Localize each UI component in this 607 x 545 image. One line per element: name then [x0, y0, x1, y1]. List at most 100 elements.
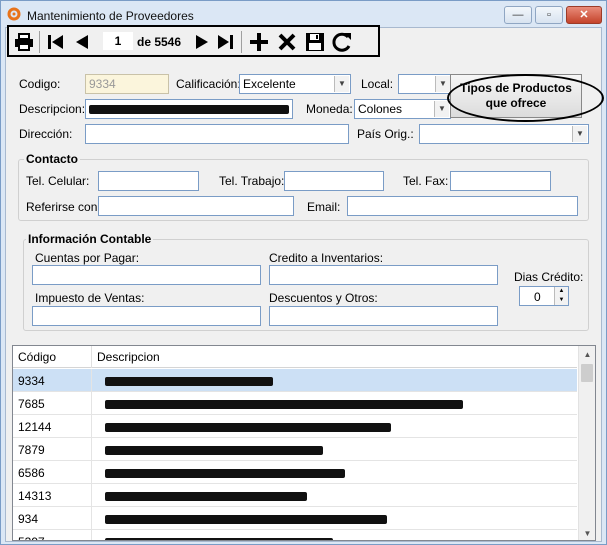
- cuentas-label: Cuentas por Pagar:: [35, 251, 140, 265]
- proveedores-grid[interactable]: Código Descripcion 9334 7685 12144 7879: [12, 345, 596, 541]
- row-code: 14313: [18, 489, 52, 503]
- descuentos-field[interactable]: [269, 306, 498, 326]
- referirse-label: Referirse con:: [26, 200, 101, 214]
- navigation-toolbar: de 5546: [7, 25, 380, 57]
- row-code: 5397: [18, 535, 45, 540]
- descripcion-field[interactable]: [85, 99, 293, 119]
- table-row[interactable]: 12144: [13, 415, 577, 438]
- redacted-text: [105, 469, 345, 478]
- contable-title: Información Contable: [26, 232, 154, 246]
- contacto-title: Contacto: [24, 152, 80, 166]
- tel-trabajo-label: Tel. Trabajo:: [219, 174, 285, 188]
- descuentos-label: Descuentos y Otros:: [269, 291, 378, 305]
- tel-fax-field[interactable]: [450, 171, 551, 191]
- app-gear-icon: [7, 7, 21, 21]
- cuentas-field[interactable]: [32, 265, 261, 285]
- delete-icon[interactable]: [276, 31, 298, 53]
- tipos-productos-button[interactable]: Tipos de Productos que ofrece: [450, 74, 582, 118]
- table-row[interactable]: 934: [13, 507, 577, 530]
- credito-inv-label: Credito a Inventarios:: [269, 251, 384, 265]
- header-codigo[interactable]: Código: [18, 350, 56, 364]
- calificacion-value: Excelente: [243, 77, 296, 91]
- calificacion-select[interactable]: Excelente ▼: [239, 74, 351, 94]
- direccion-field[interactable]: [85, 124, 349, 144]
- impuesto-field[interactable]: [32, 306, 261, 326]
- descripcion-label: Descripcion:: [19, 102, 86, 116]
- impuesto-label: Impuesto de Ventas:: [35, 291, 145, 305]
- local-select[interactable]: ▼: [398, 74, 452, 94]
- last-record-icon[interactable]: [214, 31, 236, 53]
- redacted-text: [105, 400, 463, 409]
- save-icon[interactable]: [304, 31, 326, 53]
- direccion-label: Dirección:: [19, 127, 73, 141]
- tel-celular-label: Tel. Celular:: [26, 174, 90, 188]
- grid-header: Código Descripcion: [13, 346, 577, 368]
- dias-credito-label: Dias Crédito:: [514, 270, 584, 284]
- main-window: Mantenimiento de Proveedores — ▫ ✕ de 55…: [0, 0, 607, 545]
- referirse-field[interactable]: [98, 196, 294, 216]
- codigo-label: Codigo:: [19, 77, 61, 91]
- chevron-down-icon: ▼: [435, 76, 450, 92]
- previous-record-icon[interactable]: [71, 31, 93, 53]
- next-record-icon[interactable]: [191, 31, 213, 53]
- tel-celular-field[interactable]: [98, 171, 199, 191]
- table-row[interactable]: 14313: [13, 484, 577, 507]
- redacted-text: [105, 377, 273, 386]
- row-code: 7685: [18, 397, 45, 411]
- row-code: 934: [18, 512, 39, 526]
- dias-credito-value: 0: [534, 290, 541, 304]
- tel-trabajo-field[interactable]: [284, 171, 384, 191]
- close-button[interactable]: ✕: [566, 6, 602, 24]
- tipos-button-line2: que ofrece: [485, 96, 547, 110]
- redacted-text: [105, 446, 323, 455]
- chevron-down-icon: ▼: [434, 101, 449, 117]
- spin-up-icon[interactable]: ▲: [554, 287, 568, 296]
- column-divider[interactable]: [91, 346, 92, 368]
- redacted-text: [105, 423, 391, 432]
- redacted-text: [105, 492, 307, 501]
- vertical-scrollbar[interactable]: ▲ ▼: [578, 346, 595, 540]
- redacted-text: [89, 105, 289, 114]
- add-icon[interactable]: [248, 31, 270, 53]
- table-row[interactable]: 6586: [13, 461, 577, 484]
- scroll-up-icon[interactable]: ▲: [579, 346, 595, 363]
- codigo-field[interactable]: 9334: [85, 74, 169, 94]
- redacted-text: [105, 515, 387, 524]
- table-row[interactable]: 5397: [13, 530, 577, 540]
- email-field[interactable]: [347, 196, 578, 216]
- record-position-input[interactable]: [103, 32, 133, 50]
- table-row[interactable]: 9334: [13, 369, 577, 392]
- first-record-icon[interactable]: [45, 31, 67, 53]
- chevron-down-icon: ▼: [572, 126, 587, 142]
- record-count-label: de 5546: [137, 35, 182, 49]
- dias-credito-spinner[interactable]: 0 ▲ ▼: [519, 286, 569, 306]
- refresh-icon[interactable]: [331, 31, 353, 53]
- redacted-text: [105, 538, 333, 540]
- moneda-select[interactable]: Colones ▼: [354, 99, 451, 119]
- credito-inv-field[interactable]: [269, 265, 498, 285]
- scroll-down-icon[interactable]: ▼: [579, 525, 595, 540]
- row-code: 9334: [18, 374, 45, 388]
- moneda-value: Colones: [358, 102, 403, 116]
- print-icon[interactable]: [13, 31, 35, 53]
- row-code: 7879: [18, 443, 45, 457]
- toolbar-separator: [39, 31, 40, 53]
- spin-down-icon[interactable]: ▼: [554, 296, 568, 305]
- calificacion-label: Calificación:: [176, 77, 241, 91]
- moneda-label: Moneda:: [306, 102, 353, 116]
- scroll-thumb[interactable]: [581, 364, 593, 382]
- maximize-button[interactable]: ▫: [535, 6, 563, 24]
- header-descripcion[interactable]: Descripcion: [97, 350, 160, 364]
- email-label: Email:: [307, 200, 341, 214]
- minimize-button[interactable]: —: [504, 6, 532, 24]
- title-bar[interactable]: Mantenimiento de Proveedores — ▫ ✕: [1, 1, 606, 27]
- tipos-button-line1: Tipos de Productos: [460, 81, 572, 95]
- local-label: Local:: [361, 77, 394, 91]
- table-row[interactable]: 7879: [13, 438, 577, 461]
- pais-label: País Orig.:: [357, 127, 414, 141]
- chevron-down-icon: ▼: [334, 76, 349, 92]
- toolbar-separator: [241, 31, 242, 53]
- table-row[interactable]: 7685: [13, 392, 577, 415]
- row-code: 6586: [18, 466, 45, 480]
- pais-select[interactable]: ▼: [419, 124, 589, 144]
